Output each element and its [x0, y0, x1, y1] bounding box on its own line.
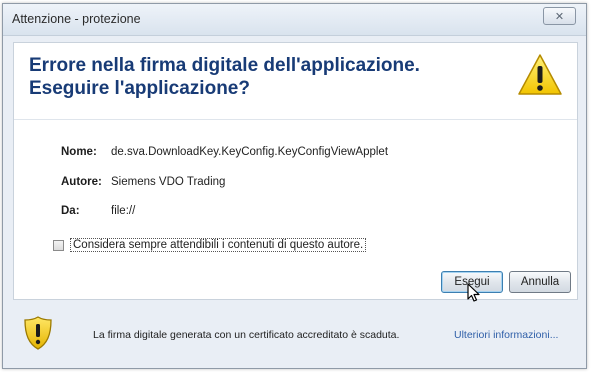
trust-author-option[interactable]: Considera sempre attendibili i contenuti…	[53, 238, 367, 252]
shield-warning-icon	[24, 316, 52, 350]
author-value: Siemens VDO Trading	[111, 176, 226, 188]
title-bar: Attenzione - protezione ✕	[3, 4, 586, 36]
name-label: Nome:	[61, 146, 97, 158]
dialog-content: Errore nella firma digitale dell'applica…	[13, 42, 578, 302]
name-value: de.sva.DownloadKey.KeyConfig.KeyConfigVi…	[111, 146, 389, 158]
trust-author-label[interactable]: Considera sempre attendibili i contenuti…	[70, 238, 367, 252]
warning-triangle-icon	[518, 54, 562, 95]
more-info-link[interactable]: Ulteriori informazioni...	[454, 329, 558, 341]
mouse-cursor-icon	[467, 283, 480, 302]
dialog-header: Errore nella firma digitale dell'applica…	[14, 43, 577, 120]
from-value: file://	[111, 205, 136, 217]
close-button[interactable]: ✕	[543, 7, 576, 25]
dialog-heading: Errore nella firma digitale dell'applica…	[29, 55, 420, 99]
author-label: Autore:	[61, 176, 102, 188]
from-label: Da:	[61, 205, 80, 217]
footer-message: La firma digitale generata con un certif…	[93, 329, 400, 341]
trust-author-checkbox[interactable]	[53, 239, 64, 251]
dialog-footer: La firma digitale generata con un certif…	[13, 308, 578, 362]
cancel-button[interactable]: Annulla	[509, 271, 571, 293]
window-title: Attenzione - protezione	[12, 12, 141, 26]
close-icon: ✕	[554, 9, 565, 23]
security-dialog: Attenzione - protezione ✕ Errore nella f…	[2, 3, 587, 369]
